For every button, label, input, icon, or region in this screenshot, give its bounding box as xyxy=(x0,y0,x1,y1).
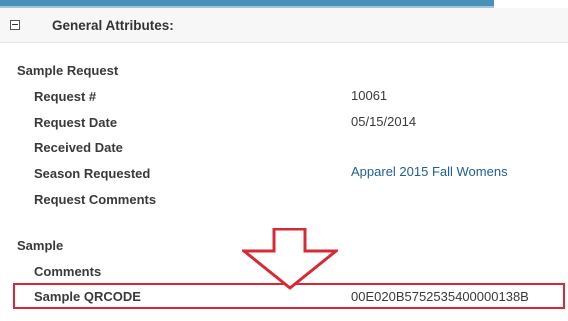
field-label-request-date: Request Date xyxy=(34,115,118,130)
section-title: General Attributes: xyxy=(52,18,174,33)
field-label-request-number: Request # xyxy=(34,89,97,104)
group-label-sample-request: Sample Request xyxy=(17,63,119,78)
header-bar xyxy=(0,0,494,8)
group-label-sample: Sample xyxy=(17,238,64,253)
collapse-icon[interactable] xyxy=(10,20,20,30)
field-label-request-comments: Request Comments xyxy=(34,192,157,207)
field-label-comments: Comments xyxy=(34,264,102,279)
field-label-season-requested: Season Requested xyxy=(34,166,151,181)
field-label-received-date: Received Date xyxy=(34,140,123,155)
field-value-season-requested[interactable]: Apparel 2015 Fall Womens xyxy=(351,164,508,179)
down-arrow-icon xyxy=(242,228,338,290)
field-value-request-date: 05/15/2014 xyxy=(351,114,417,129)
section-header[interactable]: General Attributes: xyxy=(0,8,568,43)
field-value-request-number: 10061 xyxy=(351,88,388,103)
